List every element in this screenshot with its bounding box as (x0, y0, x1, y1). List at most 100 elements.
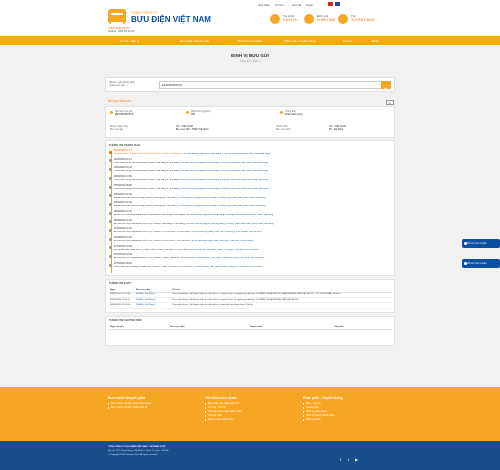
support-button-2[interactable]: Hỗ trợ trực tuyến (462, 259, 500, 268)
footer-col-2-head: Tài chính bưu chính (205, 396, 237, 400)
timeline-item: 08/06/2020 11:00 Đã đến bưu cục phát (Arr… (109, 194, 393, 200)
nav-item-3[interactable]: Tài chính bưu chính (237, 39, 262, 43)
to-value: 55 - Đà Nẵng (329, 128, 344, 132)
timeline-address[interactable]: Số 120, Đường Nguyễn Lương Bằng, Phường … (178, 205, 265, 207)
row-po[interactable]: 550848 - Đà Nẵng 2 (135, 302, 171, 309)
timeline-desc: Đã đến bưu cục phát (Arrival) 550848 - Đ… (114, 205, 177, 208)
weight-icon (186, 111, 189, 114)
col-transfer-date: Ngày chuyển (109, 325, 169, 330)
footer-link[interactable]: Dịch vụ khác (303, 418, 343, 422)
footer-address: Địa chỉ: Số 5 Phạm Hùng - Mỹ Đình 2 - Na… (108, 450, 169, 452)
barcode-icon (110, 111, 113, 114)
footer-company: TỔNG CÔNG TY BƯU ĐIỆN VIỆT NAM - VIETNAM… (108, 446, 166, 448)
timeline-address[interactable]: Số 28, Đường Hoàng Văn Thụ, Phường 9, Ph… (192, 231, 262, 233)
quick-locate-line2: KHIẾU NẠI (317, 18, 335, 22)
search-button[interactable] (381, 81, 391, 93)
col-transfer-recv: Người nhận (249, 325, 333, 330)
search-panel: Mã bưu gửi (Phân tách nhiều bưu gửi...) … (105, 77, 395, 93)
timeline-item: 07/06/2020 11:00 Đi khỏi bưu cục (Departu… (109, 228, 393, 234)
timeline-item: 07/06/2020 10:00 [CDS] Đã thanh toán thu … (109, 246, 393, 252)
result-section-label: KẾT QUẢ TRA CỨU (108, 100, 131, 103)
timeline-desc: Đi khỏi bưu cục (Departure From PO) 7001… (114, 257, 194, 260)
timeline-dot-icon (109, 263, 112, 267)
delivery-card: THÔNG TIN PHÁT Ngày Bưu cục phát Ghi chú… (105, 279, 395, 313)
search-icon (383, 87, 389, 93)
header: VIETNAM POST TỔNG CÔNG TY BƯU ĐIỆN VIỆT … (0, 0, 500, 36)
topmenu-login[interactable]: Login (306, 3, 313, 7)
logo[interactable]: VIETNAM POST TỔNG CÔNG TY BƯU ĐIỆN VIỆT … (108, 9, 211, 30)
timeline-desc: Chuyển hoàn / Chuyển tiếp (Retour) Bưu c… (114, 153, 182, 155)
delivery-heading: THÔNG TIN PHÁT (109, 282, 132, 285)
youtube-icon[interactable]: ▶ (354, 457, 359, 462)
timeline-item: 08/06/2020 10:00 Phát thành công (Not Del… (109, 176, 393, 182)
timeline-address[interactable]: Số 23, Đường Cộng Hoà, Phường 4, Tân Bìn… (192, 240, 254, 242)
main-nav: Tin tức - Bản vị Bưu chính chuyển phát T… (0, 36, 500, 45)
twitter-icon[interactable]: t (346, 457, 351, 462)
row-date: 08/06/2020 10:42:06 (109, 302, 135, 309)
quick-locate[interactable]: Định vị & KHIẾU NẠI (304, 14, 335, 24)
nav-item-1[interactable]: Tin tức - Bản vị (120, 39, 139, 43)
timeline-address[interactable]: Số 20, Đường Trần Quốc Hoàn, Phường 4, T… (190, 249, 258, 251)
timeline-heading: THÔNG TIN TRẠNG THÁI (109, 144, 140, 147)
search-label: Mã bưu gửi (Phân tách nhiều bưu gửi...) (109, 80, 135, 87)
timeline-desc: Đi khỏi bưu cục (Departure From PO) 7001… (114, 231, 191, 234)
quick-lookup-line2: DỊCH VỤ (283, 18, 298, 22)
timeline-address[interactable]: Số 120, Đường Nguyễn Lương Bằng, Phường … (187, 223, 274, 225)
weight-value: 450 (191, 113, 195, 117)
footer-link[interactable]: Bưu chính chuyển phát quốc tế (108, 406, 151, 410)
timeline-desc: Đi đến bưu cục (Departure From PO) 55084… (114, 213, 185, 216)
quick-lookup[interactable]: Tra cước DỊCH VỤ (270, 14, 298, 24)
nav-item-2[interactable]: Bưu chính chuyển phát (180, 39, 209, 43)
col-transfer-po: Bưu cục nhận (169, 325, 249, 330)
timeline-dot-icon (109, 202, 112, 206)
footer (0, 387, 500, 441)
timeline-address[interactable]: Số 120, Đường Nguyễn Lương Bằng, Phường … (186, 214, 273, 216)
nav-item-5[interactable]: Tài cửa (343, 39, 353, 43)
result-summary-card: Số hiệu bưu gửi EE345909525VN Khối lượng… (105, 106, 395, 138)
delivery-table-body: 08/06/2020 11:01:55 550848 - Đà Nẵng 2 Chư… (109, 292, 393, 309)
timeline-address[interactable]: Số 120, Đường Nguyễn Lương Bằng, Phường … (181, 188, 268, 190)
status-icon (280, 111, 283, 114)
footer-link[interactable]: Dịch vụ tài chính khác (205, 418, 242, 422)
timeline-item: 07/06/2020 09:00 Chấp nhận gửi (Posting /… (109, 263, 393, 269)
timeline-dot-icon (109, 211, 112, 215)
vn-flag-icon[interactable] (328, 2, 333, 6)
timeline-address[interactable]: Số 120, Đường Nguyễn Lương Bằng, Phường … (181, 170, 268, 172)
timeline-desc: Chấp nhận gửi (Posting / Collection) 700… (114, 266, 193, 269)
breadcrumb[interactable]: Trang chủ » Định vị (0, 60, 500, 63)
footer-col-1: Bưu chính chuyển phát Bưu chính chuyển p… (108, 396, 151, 410)
support-button-1[interactable]: Hỗ trợ trực tuyến (462, 239, 500, 248)
topmenu-about[interactable]: Giới thiệu (258, 3, 270, 7)
logo-name: BƯU ĐIỆN VIỆT NAM (131, 15, 211, 24)
facebook-icon[interactable]: f (338, 457, 343, 462)
timeline-card: THÔNG TIN TRẠNG THÁI 08/06/2020 11:13 Chu… (105, 140, 395, 276)
timeline-desc: Phát thành công (Not Delivered) 550848 -… (114, 179, 180, 182)
timeline-item: 08/06/2020 11:13 Phát thành công (Not Del… (109, 159, 393, 165)
delivery-table: Ngày Bưu cục phát Ghi chú 08/06/2020 11:… (109, 288, 393, 309)
topmenu-contact[interactable]: Liên hệ (292, 3, 301, 7)
timeline-address[interactable]: Số 20, Đường Trần Quốc Hoàn, Phường 4, T… (194, 266, 262, 268)
en-flag-icon[interactable] (335, 2, 340, 6)
print-button[interactable]: In (386, 100, 394, 105)
quick-jobs[interactable]: Tìm TUYỂN DỤNG (338, 14, 375, 24)
footer-col-1-head: Bưu chính chuyển phát (108, 396, 145, 400)
from-value: Bưu cục 100 - TMĐT Tân Bình (176, 128, 209, 132)
timeline-desc: Đi khỏi bưu cục (Departure From PO) 5508… (114, 222, 185, 225)
timeline-address[interactable]: Số 20, Đường Trần Quốc Hoàn, Phường 4, T… (196, 257, 264, 259)
timeline-address[interactable]: Số 120, Đường Nguyễn Lương Bằng, Phường … (181, 162, 268, 164)
timeline-address[interactable]: Số 120, Đường Nguyễn Lương Bằng, Phường … (178, 197, 265, 199)
timeline-address[interactable]: Số 120, Đường Nguyễn Lương Bằng, Phường … (183, 153, 270, 155)
row-note: Chưa phát được. Số Người nhận từ chối nh… (171, 302, 393, 309)
nav-item-6[interactable]: AMAA (371, 39, 379, 43)
timeline-address[interactable]: Số 120, Đường Nguyễn Lương Bằng, Phường … (181, 179, 268, 181)
timeline-desc: Phát thành công (Not Delivered) 550848 -… (114, 161, 180, 164)
timeline-dot-icon (109, 255, 112, 259)
timeline-desc: Phát thành công (Not Delivered) 550848 -… (114, 187, 180, 190)
quick-jobs-line2: TUYỂN DỤNG (351, 18, 375, 22)
topmenu-news[interactable]: Tin tức (275, 3, 284, 7)
logo-icon (108, 9, 126, 24)
search-input[interactable]: EE345909525VN (159, 81, 382, 89)
timeline-dot-icon (109, 176, 112, 180)
transfer-card: THÔNG TIN CHUYỂN TIỀN Ngày chuyển Bưu cụ… (105, 316, 395, 346)
nav-item-4[interactable]: Phân phối - Truyền thông (284, 39, 315, 43)
